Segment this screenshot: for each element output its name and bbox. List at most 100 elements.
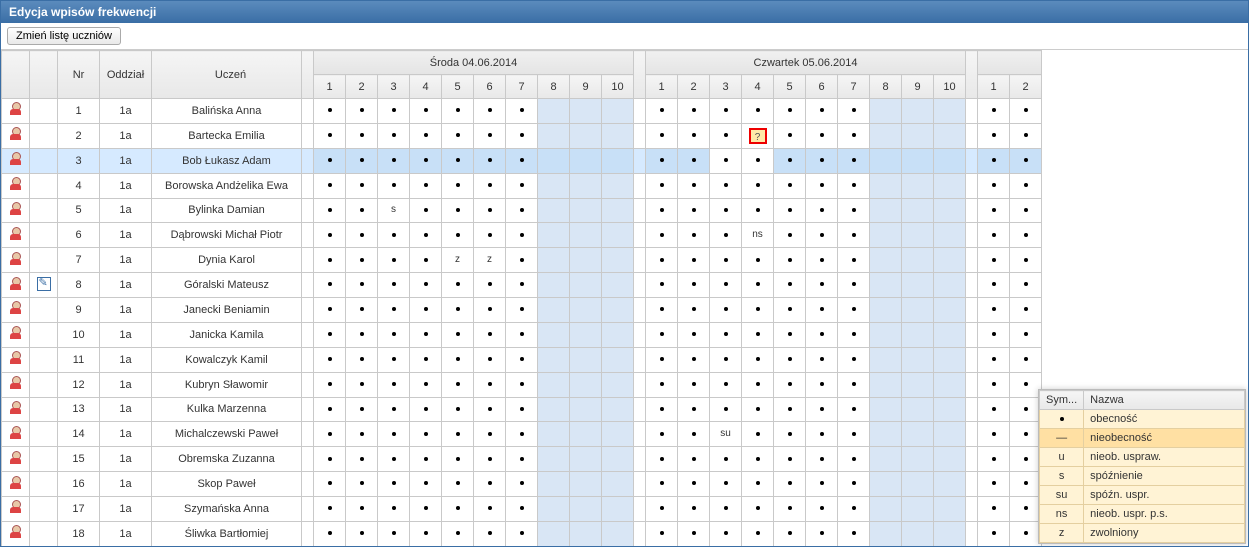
attendance-cell[interactable] [646,273,678,298]
student-note-cell[interactable] [30,273,58,298]
attendance-cell[interactable] [442,148,474,173]
attendance-cell[interactable] [902,223,934,248]
attendance-cell[interactable] [742,497,774,522]
attendance-cell[interactable] [506,173,538,198]
attendance-cell[interactable] [978,99,1010,124]
attendance-cell[interactable] [978,223,1010,248]
attendance-cell[interactable] [442,273,474,298]
period-header[interactable]: 5 [442,75,474,99]
attendance-cell[interactable] [538,248,570,273]
attendance-cell[interactable] [934,422,966,447]
table-row[interactable]: 31aBob Łukasz Adam [2,148,1042,173]
period-header[interactable]: 7 [506,75,538,99]
attendance-cell[interactable] [602,123,634,148]
attendance-cell[interactable] [442,198,474,223]
table-row[interactable]: 11aBalińska Anna [2,99,1042,124]
attendance-cell[interactable] [506,99,538,124]
attendance-cell[interactable] [678,148,710,173]
attendance-cell[interactable] [646,123,678,148]
attendance-cell[interactable] [410,447,442,472]
attendance-cell[interactable] [378,347,410,372]
attendance-cell[interactable] [1010,347,1042,372]
attendance-cell[interactable] [314,173,346,198]
attendance-cell[interactable] [710,347,742,372]
attendance-cell[interactable] [1010,223,1042,248]
attendance-cell[interactable] [870,447,902,472]
attendance-cell[interactable] [934,198,966,223]
attendance-cell[interactable] [710,273,742,298]
attendance-cell[interactable] [410,148,442,173]
attendance-cell[interactable] [474,472,506,497]
attendance-cell[interactable] [474,99,506,124]
attendance-cell[interactable] [474,123,506,148]
attendance-cell[interactable] [442,99,474,124]
attendance-cell[interactable] [378,123,410,148]
attendance-cell[interactable] [474,173,506,198]
attendance-cell[interactable] [602,422,634,447]
student-note-cell[interactable] [30,248,58,273]
legend-row[interactable]: —nieobecność [1040,429,1245,448]
attendance-cell[interactable] [870,99,902,124]
attendance-cell[interactable] [978,248,1010,273]
attendance-cell[interactable] [902,422,934,447]
attendance-cell[interactable] [774,99,806,124]
legend-row[interactable]: zzwolniony [1040,524,1245,543]
attendance-cell[interactable] [602,248,634,273]
attendance-cell[interactable] [934,397,966,422]
attendance-cell[interactable] [314,397,346,422]
attendance-cell[interactable] [378,497,410,522]
attendance-cell[interactable] [602,298,634,323]
attendance-cell[interactable] [774,447,806,472]
table-row[interactable]: 61aDąbrowski Michał Piotrns [2,223,1042,248]
legend-row[interactable]: nsnieob. uspr. p.s. [1040,505,1245,524]
attendance-cell[interactable] [346,372,378,397]
attendance-cell[interactable] [870,248,902,273]
attendance-cell[interactable] [870,223,902,248]
attendance-cell[interactable] [506,347,538,372]
attendance-cell[interactable] [314,472,346,497]
attendance-cell[interactable] [934,298,966,323]
attendance-cell[interactable] [870,372,902,397]
attendance-cell[interactable] [678,422,710,447]
attendance-cell[interactable] [774,298,806,323]
attendance-cell[interactable] [742,248,774,273]
attendance-cell[interactable] [678,99,710,124]
attendance-cell[interactable] [806,223,838,248]
attendance-cell[interactable] [442,521,474,546]
attendance-cell[interactable] [870,347,902,372]
student-note-cell[interactable] [30,198,58,223]
attendance-cell[interactable] [902,372,934,397]
note-icon[interactable] [37,277,51,291]
attendance-cell[interactable] [934,123,966,148]
attendance-cell[interactable] [710,148,742,173]
attendance-cell[interactable] [646,248,678,273]
attendance-cell[interactable] [506,198,538,223]
attendance-cell[interactable] [838,322,870,347]
day-header-2[interactable]: Czwartek 05.06.2014 [646,51,966,75]
attendance-cell[interactable] [442,173,474,198]
attendance-cell[interactable] [870,173,902,198]
attendance-cell[interactable] [314,422,346,447]
attendance-cell[interactable] [838,99,870,124]
attendance-cell[interactable] [346,521,378,546]
attendance-cell[interactable] [378,372,410,397]
attendance-cell[interactable] [1010,422,1042,447]
attendance-cell[interactable] [314,322,346,347]
attendance-cell[interactable] [538,472,570,497]
attendance-cell[interactable] [570,347,602,372]
attendance-cell[interactable] [506,123,538,148]
legend-row[interactable]: obecność [1040,410,1245,429]
attendance-cell[interactable] [870,422,902,447]
attendance-cell[interactable] [474,447,506,472]
attendance-cell[interactable] [646,372,678,397]
attendance-cell[interactable] [442,397,474,422]
attendance-cell[interactable] [1010,123,1042,148]
attendance-cell[interactable] [934,99,966,124]
attendance-cell[interactable] [978,372,1010,397]
attendance-cell[interactable] [934,173,966,198]
attendance-cell[interactable] [506,521,538,546]
attendance-cell[interactable] [346,497,378,522]
student-note-cell[interactable] [30,322,58,347]
attendance-cell[interactable] [978,173,1010,198]
attendance-cell[interactable] [570,521,602,546]
